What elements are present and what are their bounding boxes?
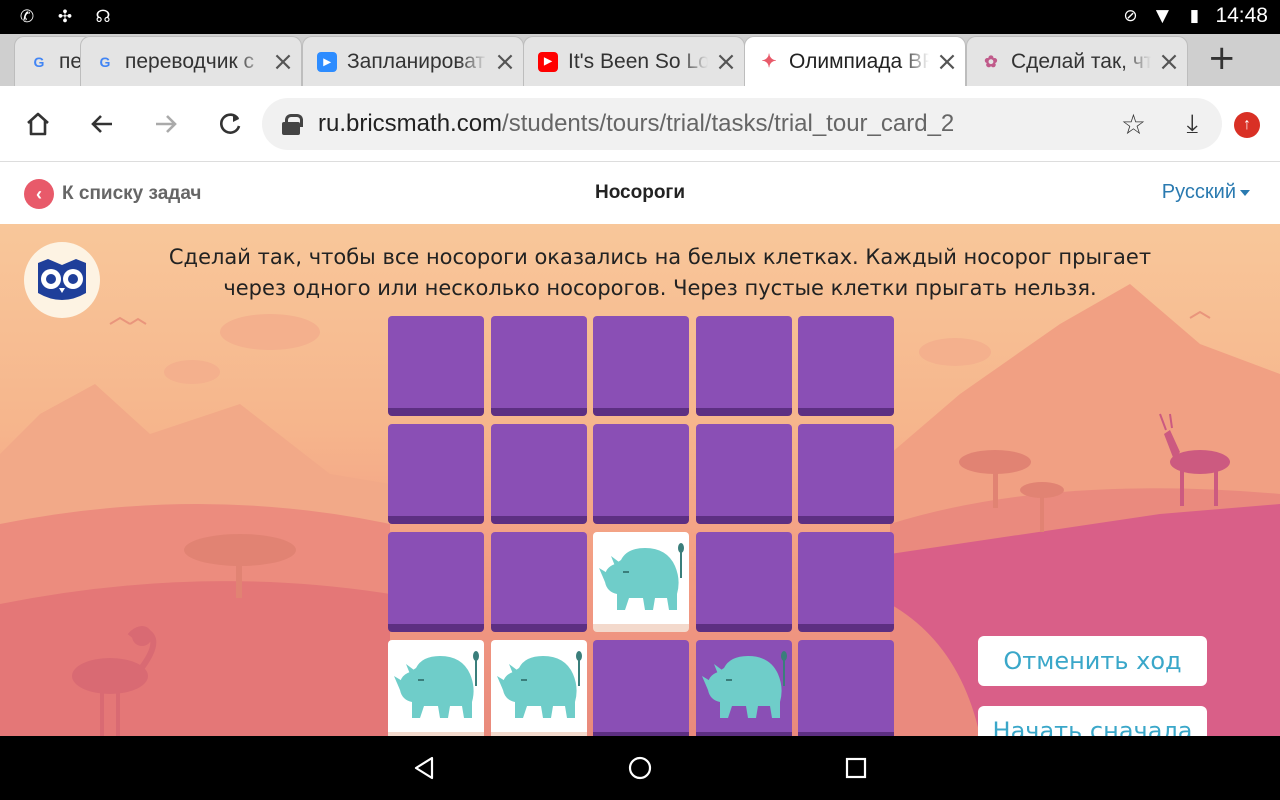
battery-icon: ▮ bbox=[1189, 6, 1200, 26]
board-cell-4-1[interactable] bbox=[388, 640, 484, 736]
board-cell-3-2[interactable] bbox=[490, 532, 587, 632]
board-cell-3-3[interactable] bbox=[593, 532, 689, 632]
board-cell-1-2[interactable] bbox=[490, 316, 587, 416]
board-cell-3-4[interactable] bbox=[695, 532, 792, 632]
new-tab-icon[interactable]: + bbox=[1208, 38, 1237, 78]
board-cell-2-2[interactable] bbox=[490, 424, 587, 524]
brain-icon: ✿ bbox=[984, 53, 998, 71]
youtube-icon: ▶ bbox=[538, 51, 558, 72]
tab-title: Запланироват bbox=[347, 49, 486, 73]
url-host: ru.bricsmath.com bbox=[318, 110, 503, 137]
phone-icon: ✆ bbox=[19, 7, 35, 27]
board-cell-3-5[interactable] bbox=[798, 532, 894, 632]
wifi-icon: ▼ bbox=[1155, 6, 1169, 26]
tab-title: It's Been So Lo bbox=[568, 49, 708, 73]
tab-olympiad[interactable]: ✦ Олимпиада BF × bbox=[744, 36, 966, 86]
owl-mascot-icon bbox=[24, 242, 100, 318]
bookmark-star-icon[interactable]: ☆ bbox=[1121, 108, 1146, 141]
tab-strip: G пе G переводчик с × ▸ Запланироват × ▶… bbox=[0, 34, 1280, 86]
bricsmath-icon: ✦ bbox=[761, 51, 777, 71]
board-cell-2-1[interactable] bbox=[388, 424, 484, 524]
zoom-icon: ▸ bbox=[317, 51, 337, 72]
board-cell-1-4[interactable] bbox=[695, 316, 792, 416]
google-icon: G bbox=[99, 53, 111, 70]
address-bar[interactable]: ru.bricsmath.com/students/tours/trial/ta… bbox=[262, 98, 1222, 150]
board-cell-2-5[interactable] bbox=[798, 424, 894, 524]
close-icon[interactable]: × bbox=[1151, 47, 1187, 77]
browser-toolbar: ru.bricsmath.com/students/tours/trial/ta… bbox=[0, 86, 1280, 162]
page-header: ‹ К списку задач Носороги Русский bbox=[0, 162, 1280, 224]
board-cell-3-1[interactable] bbox=[388, 532, 484, 632]
dnd-icon: ⊘ bbox=[1123, 6, 1138, 26]
status-time: 14:48 bbox=[1215, 4, 1268, 27]
lock-icon bbox=[282, 114, 303, 135]
download-icon[interactable]: ⤓ bbox=[1187, 109, 1199, 140]
tab-title: переводчик с bbox=[125, 49, 254, 73]
url-path: /students/tours/trial/tasks/trial_tour_c… bbox=[502, 110, 955, 137]
tab-google-translate[interactable]: G переводчик с × bbox=[80, 36, 302, 86]
board-cell-1-1[interactable] bbox=[388, 316, 484, 416]
language-dropdown[interactable]: Русский bbox=[1162, 181, 1250, 204]
google-icon: G bbox=[33, 53, 45, 70]
board-cell-4-5[interactable] bbox=[798, 640, 894, 736]
board-cell-4-3[interactable] bbox=[593, 640, 689, 736]
undo-move-button[interactable]: Отменить ход bbox=[978, 636, 1207, 686]
update-icon[interactable]: ↑ bbox=[1234, 112, 1260, 138]
sync-icon: ✣ bbox=[57, 7, 73, 27]
page-title: Носороги bbox=[594, 182, 686, 203]
board-cell-2-3[interactable] bbox=[593, 424, 689, 524]
nav-home-icon[interactable] bbox=[628, 756, 652, 780]
close-icon[interactable]: × bbox=[487, 47, 523, 77]
board-cell-2-4[interactable] bbox=[695, 424, 792, 524]
restart-button[interactable]: Начать сначала bbox=[978, 706, 1207, 736]
task-instructions: Сделай так, чтобы все носороги оказались… bbox=[168, 245, 1152, 300]
tab-title: Олимпиада BF bbox=[789, 49, 929, 73]
system-nav-bar bbox=[0, 736, 1280, 800]
board-cell-1-5[interactable] bbox=[798, 316, 894, 416]
nav-recents-icon[interactable] bbox=[844, 756, 868, 780]
home-icon[interactable] bbox=[20, 106, 56, 142]
tab-youtube[interactable]: ▶ It's Been So Lo × bbox=[523, 36, 745, 86]
back-arrow-icon[interactable] bbox=[84, 106, 120, 142]
close-icon[interactable]: × bbox=[708, 47, 744, 77]
tab-zoom[interactable]: ▸ Запланироват × bbox=[302, 36, 524, 86]
reload-icon[interactable] bbox=[212, 106, 248, 142]
tab-title: Сделай так, чт bbox=[1011, 49, 1151, 73]
board-cell-1-3[interactable] bbox=[593, 316, 689, 416]
task-scene: Сделай так, чтобы все носороги оказались… bbox=[0, 224, 1280, 736]
nav-back-icon[interactable] bbox=[412, 756, 436, 780]
headset-icon: ☊ bbox=[95, 7, 111, 27]
forward-arrow-icon[interactable] bbox=[148, 106, 184, 142]
tab-task[interactable]: ✿ Сделай так, чт × bbox=[966, 36, 1188, 86]
close-icon[interactable]: × bbox=[265, 47, 301, 77]
board-cell-4-4[interactable] bbox=[695, 640, 792, 736]
close-icon[interactable]: × bbox=[929, 47, 965, 77]
url-text: ru.bricsmath.com/students/tours/trial/ta… bbox=[318, 110, 954, 138]
board-cell-4-2[interactable] bbox=[490, 640, 587, 736]
status-bar: ✆ ✣ ☊ ⊘ ▼ ▮ 14:48 bbox=[0, 0, 1280, 34]
